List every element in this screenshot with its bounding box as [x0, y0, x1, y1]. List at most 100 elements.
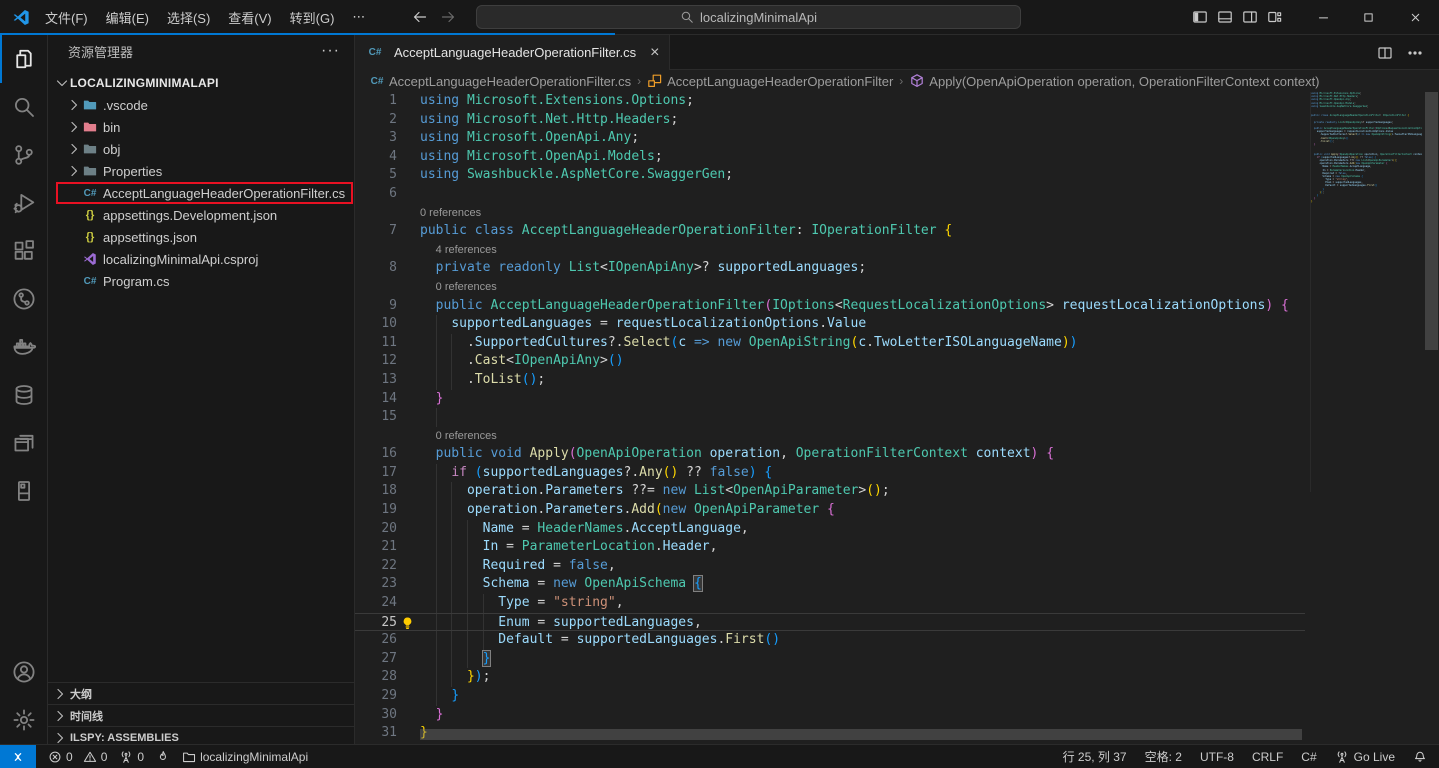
code-line-28[interactable]: 28 });: [355, 668, 1305, 687]
menu-item-2[interactable]: 选择(S): [158, 4, 219, 31]
problems-indicator[interactable]: 00: [48, 750, 107, 764]
code-line-22[interactable]: 22 Required = false,: [355, 557, 1305, 576]
menu-item-1[interactable]: 编辑(E): [97, 4, 158, 31]
menu-item-3[interactable]: 查看(V): [219, 4, 280, 31]
code-line-12[interactable]: 12 .Cast<IOpenApiAny>(): [355, 352, 1305, 371]
docker-icon[interactable]: [0, 323, 47, 371]
code-line-27[interactable]: 27 }: [355, 650, 1305, 669]
menu-item-0[interactable]: 文件(F): [36, 4, 97, 31]
code-line-14[interactable]: 14 }: [355, 390, 1305, 409]
status-flame[interactable]: [156, 750, 170, 764]
section-outline[interactable]: 大纲: [48, 682, 354, 704]
code-line-2[interactable]: 2using Microsoft.Net.Http.Headers;: [355, 111, 1305, 130]
code-line-26[interactable]: 26 Default = supportedLanguages.First(): [355, 631, 1305, 650]
tree-item-obj[interactable]: obj: [48, 138, 354, 160]
remote-explorer-icon[interactable]: [0, 419, 47, 467]
code-line-24[interactable]: 24 Type = "string",: [355, 594, 1305, 613]
history-back-icon[interactable]: [412, 9, 428, 25]
status-folder[interactable]: localizingMinimalApi: [182, 750, 308, 764]
status-ports[interactable]: 0: [119, 750, 144, 764]
tree-item-localizingminimalapi-csproj[interactable]: localizingMinimalApi.csproj: [48, 248, 354, 270]
toggle-sidebar-icon[interactable]: [1192, 9, 1208, 25]
ilspy-icon[interactable]: [0, 467, 47, 515]
toggle-secondary-sidebar-icon[interactable]: [1242, 9, 1258, 25]
code-line-1[interactable]: 1using Microsoft.Extensions.Options;: [355, 92, 1305, 111]
tree-item-program-cs[interactable]: C#Program.cs: [48, 270, 354, 292]
database-icon[interactable]: [0, 371, 47, 419]
code-area[interactable]: 1using Microsoft.Extensions.Options;2usi…: [355, 92, 1305, 743]
tree-item-appsettings-json[interactable]: {}appsettings.json: [48, 226, 354, 248]
code-line-7[interactable]: 7public class AcceptLanguageHeaderOperat…: [355, 222, 1305, 241]
code-line-13[interactable]: 13 .ToList();: [355, 371, 1305, 390]
codelens-references[interactable]: 4 references: [355, 241, 1305, 260]
code-line-25[interactable]: 25 Enum = supportedLanguages,: [355, 613, 1305, 632]
code-line-30[interactable]: 30 }: [355, 706, 1305, 725]
run-and-debug-icon[interactable]: [0, 179, 47, 227]
code-line-20[interactable]: 20 Name = HeaderNames.AcceptLanguage,: [355, 520, 1305, 539]
tree-item-appsettings-development-json[interactable]: {}appsettings.Development.json: [48, 204, 354, 226]
minimap[interactable]: using Microsoft.Extensions.Options;using…: [1310, 92, 1422, 492]
status-right-6[interactable]: [1413, 750, 1427, 764]
source-control-icon[interactable]: [0, 131, 47, 179]
breadcrumb-item-2[interactable]: Apply(OpenApiOperation operation, Operat…: [909, 73, 1319, 89]
remote-indicator[interactable]: [0, 745, 36, 768]
code-line-18[interactable]: 18 operation.Parameters ??= new List<Ope…: [355, 482, 1305, 501]
status-right-4[interactable]: C#: [1301, 750, 1316, 764]
search-icon[interactable]: [0, 83, 47, 131]
menu-item-5[interactable]: ⋯: [343, 5, 374, 29]
toggle-panel-icon[interactable]: [1217, 9, 1233, 25]
status-right-1[interactable]: 空格: 2: [1145, 748, 1182, 765]
code-line-8[interactable]: 8 private readonly List<IOpenApiAny>? su…: [355, 259, 1305, 278]
status-right-3[interactable]: CRLF: [1252, 750, 1283, 764]
code-line-16[interactable]: 16 public void Apply(OpenApiOperation op…: [355, 445, 1305, 464]
tree-item--vscode[interactable]: .vscode: [48, 94, 354, 116]
maximize-button[interactable]: [1346, 0, 1391, 34]
code-line-19[interactable]: 19 operation.Parameters.Add(new OpenApiP…: [355, 501, 1305, 520]
explorer-icon[interactable]: [0, 35, 47, 83]
status-right-0[interactable]: 行 25, 列 37: [1063, 748, 1127, 765]
tree-item-properties[interactable]: Properties: [48, 160, 354, 182]
horizontal-scrollbar[interactable]: [420, 729, 1302, 740]
history-forward-icon[interactable]: [440, 9, 456, 25]
code-line-5[interactable]: 5using Swashbuckle.AspNetCore.SwaggerGen…: [355, 166, 1305, 185]
extensions-icon[interactable]: [0, 227, 47, 275]
breadcrumb-item-0[interactable]: C#AcceptLanguageHeaderOperationFilter.cs: [369, 73, 631, 89]
menu-item-4[interactable]: 转到(G): [281, 4, 344, 31]
split-editor-icon[interactable]: [1377, 45, 1393, 61]
tree-root[interactable]: LOCALIZINGMINIMALAPI: [48, 72, 354, 94]
code-line-29[interactable]: 29 }: [355, 687, 1305, 706]
code-line-3[interactable]: 3using Microsoft.OpenApi.Any;: [355, 129, 1305, 148]
status-right-5[interactable]: Go Live: [1335, 750, 1395, 764]
lightbulb-icon[interactable]: [400, 616, 415, 631]
code-line-10[interactable]: 10 supportedLanguages = requestLocalizat…: [355, 315, 1305, 334]
tree-item-bin[interactable]: bin: [48, 116, 354, 138]
code-line-4[interactable]: 4using Microsoft.OpenApi.Models;: [355, 148, 1305, 167]
tab-acceptlanguageheaderoperationfilter[interactable]: C# AcceptLanguageHeaderOperationFilter.c…: [355, 35, 670, 70]
minimize-button[interactable]: [1301, 0, 1346, 34]
codelens-references[interactable]: 0 references: [355, 427, 1305, 446]
gitlens-icon[interactable]: [0, 275, 47, 323]
close-window-button[interactable]: [1393, 0, 1438, 34]
editor-more-actions-icon[interactable]: [1407, 45, 1423, 61]
code-line-15[interactable]: 15: [355, 408, 1305, 427]
command-center-search[interactable]: localizingMinimalApi: [476, 5, 1021, 29]
explorer-title: 资源管理器: [68, 42, 133, 61]
tab-close-icon[interactable]: ×: [650, 46, 659, 60]
customize-layout-icon[interactable]: [1267, 9, 1283, 25]
codelens-references[interactable]: 0 references: [355, 278, 1305, 297]
code-line-9[interactable]: 9 public AcceptLanguageHeaderOperationFi…: [355, 297, 1305, 316]
vertical-scrollbar[interactable]: [1425, 92, 1438, 350]
code-line-21[interactable]: 21 In = ParameterLocation.Header,: [355, 538, 1305, 557]
explorer-actions-icon[interactable]: ···: [321, 42, 340, 60]
settings-icon[interactable]: [0, 696, 47, 744]
codelens-references[interactable]: 0 references: [355, 204, 1305, 223]
breadcrumb-item-1[interactable]: AcceptLanguageHeaderOperationFilter: [647, 73, 893, 89]
code-line-17[interactable]: 17 if (supportedLanguages?.Any() ?? fals…: [355, 464, 1305, 483]
status-right-2[interactable]: UTF-8: [1200, 750, 1234, 764]
accounts-icon[interactable]: [0, 648, 47, 696]
code-line-23[interactable]: 23 Schema = new OpenApiSchema {: [355, 575, 1305, 594]
code-line-11[interactable]: 11 .SupportedCultures?.Select(c => new O…: [355, 334, 1305, 353]
code-line-6[interactable]: 6: [355, 185, 1305, 204]
section-timeline[interactable]: 时间线: [48, 704, 354, 726]
tree-item-acceptlanguageheaderoperationfilter-cs[interactable]: C#AcceptLanguageHeaderOperationFilter.cs: [48, 182, 354, 204]
